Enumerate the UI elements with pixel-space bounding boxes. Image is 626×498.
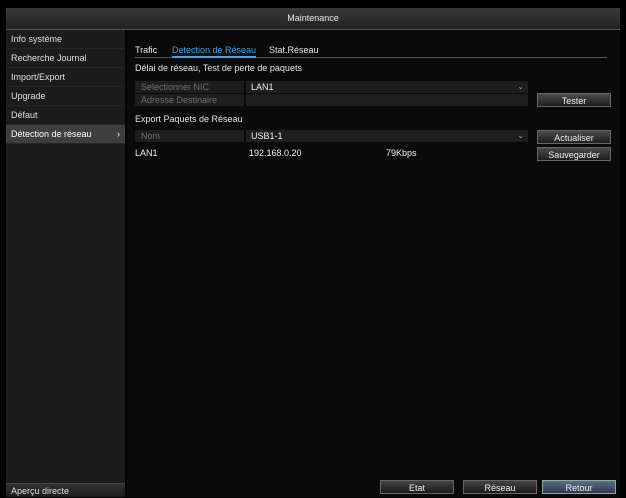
- chevron-down-icon: ⌄: [517, 82, 524, 91]
- bottom-bar: Etat Réseau Retour: [127, 479, 620, 497]
- save-button[interactable]: Sauvegarder: [537, 147, 611, 161]
- sidebar: Info système Recherche Journal Import/Ex…: [6, 30, 125, 497]
- nic-row: Selectionner NIC LAN1 ⌄: [135, 81, 528, 93]
- usb-value: USB1-1: [251, 131, 283, 141]
- ip-cell: 192.168.0.20: [249, 148, 302, 158]
- nic-value: LAN1: [251, 82, 274, 92]
- interface-cell: LAN1: [135, 148, 158, 158]
- dest-row: Adresse Destinaire: [135, 94, 528, 106]
- tab-detection-reseau[interactable]: Detection de Réseau: [172, 45, 257, 58]
- chevron-down-icon: ⌄: [517, 131, 524, 140]
- refresh-button[interactable]: Actualiser: [537, 130, 611, 144]
- usb-select[interactable]: USB1-1 ⌄: [246, 130, 528, 142]
- sidebar-item-label: Info système: [11, 34, 63, 44]
- sidebar-item-label: Upgrade: [11, 91, 46, 101]
- nic-label: Selectionner NIC: [135, 81, 244, 93]
- tester-button[interactable]: Tester: [537, 93, 611, 107]
- chevron-right-icon: ›: [117, 129, 120, 139]
- sidebar-item-label: Défaut: [11, 110, 38, 120]
- name-row: Nom USB1-1 ⌄: [135, 130, 528, 142]
- table-row[interactable]: LAN1 192.168.0.20 79Kbps: [135, 148, 528, 158]
- sidebar-item-label: Recherche Journal: [11, 53, 87, 63]
- sidebar-item-label: Détection de réseau: [11, 129, 92, 139]
- delay-section-title: Délai de réseau, Test de perte de paquet…: [135, 63, 302, 73]
- sidebar-item-detection-reseau[interactable]: Détection de réseau ›: [6, 125, 125, 144]
- dest-label: Adresse Destinaire: [135, 94, 244, 106]
- main-panel: Trafic Detection de Réseau Stat.Réseau D…: [127, 30, 620, 497]
- tab-stat-reseau[interactable]: Stat.Réseau: [269, 45, 319, 55]
- reseau-button[interactable]: Réseau: [463, 480, 537, 494]
- retour-button[interactable]: Retour: [542, 480, 616, 494]
- live-view-button[interactable]: Aperçu directe: [6, 483, 125, 497]
- dest-input[interactable]: [246, 94, 528, 106]
- export-section-title: Export Paquets de Réseau: [135, 114, 243, 124]
- sidebar-item-defaut[interactable]: Défaut: [6, 106, 125, 125]
- tab-trafic[interactable]: Trafic: [135, 45, 157, 55]
- tab-bar: Trafic Detection de Réseau Stat.Réseau: [135, 45, 607, 58]
- sidebar-item-upgrade[interactable]: Upgrade: [6, 87, 125, 106]
- sidebar-item-info-systeme[interactable]: Info système: [6, 30, 125, 49]
- etat-button[interactable]: Etat: [380, 480, 454, 494]
- rate-cell: 79Kbps: [386, 148, 417, 158]
- name-label: Nom: [135, 130, 244, 142]
- sidebar-item-import-export[interactable]: Import/Export: [6, 68, 125, 87]
- sidebar-item-recherche-journal[interactable]: Recherche Journal: [6, 49, 125, 68]
- nic-select[interactable]: LAN1 ⌄: [246, 81, 528, 93]
- window-title: Maintenance: [6, 8, 620, 30]
- sidebar-item-label: Import/Export: [11, 72, 66, 82]
